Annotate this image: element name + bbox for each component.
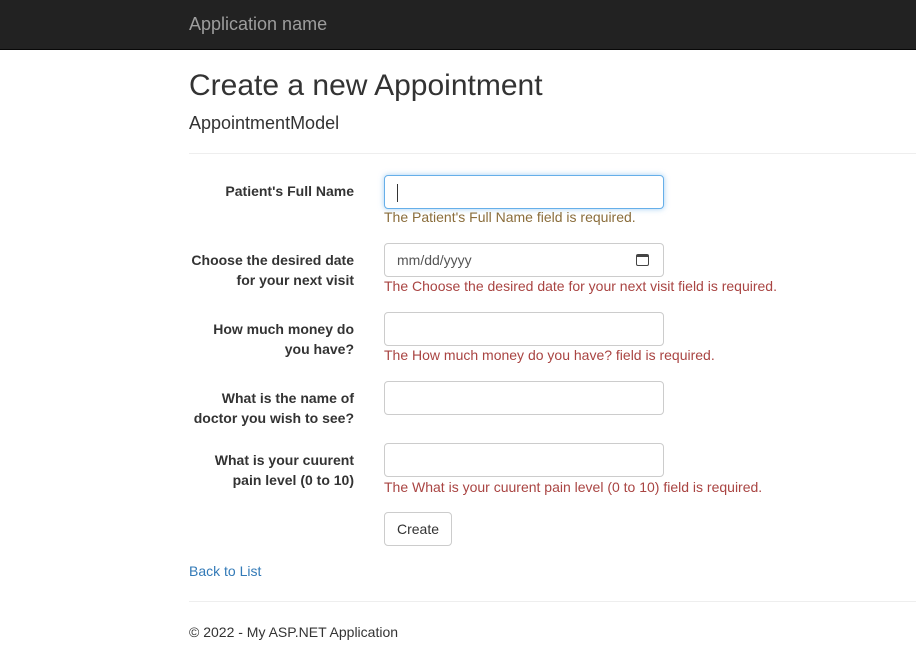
doctor-input[interactable]: [384, 381, 664, 415]
date-error: The Choose the desired date for your nex…: [384, 278, 777, 294]
money-input[interactable]: [384, 312, 664, 346]
label-money: How much money do you have?: [189, 319, 354, 359]
brand-link[interactable]: Application name: [189, 14, 327, 35]
label-pain-line2: pain level (0 to 10): [232, 472, 354, 488]
footer-text: © 2022 - My ASP.NET Application: [189, 624, 399, 640]
date-input[interactable]: mm/dd/yyyy: [384, 243, 664, 277]
label-doctor: What is the name of doctor you wish to se…: [189, 388, 354, 428]
page-title: Create a new Appointment: [189, 69, 543, 102]
label-date-line1: Choose the desired date: [191, 252, 354, 268]
page-subtitle: AppointmentModel: [189, 113, 340, 133]
full-name-input[interactable]: [384, 175, 664, 209]
calendar-icon[interactable]: [636, 254, 649, 266]
money-error: The How much money do you have? field is…: [384, 347, 715, 363]
create-button[interactable]: Create: [384, 512, 452, 546]
back-to-list-link[interactable]: Back to List: [189, 563, 261, 579]
navbar: Application name: [0, 0, 916, 50]
label-pain: What is your cuurent pain level (0 to 10): [189, 450, 354, 490]
footer-divider: [189, 601, 916, 602]
text-caret: [397, 184, 398, 203]
label-date: Choose the desired date for your next vis…: [189, 250, 354, 290]
label-pain-line1: What is your cuurent: [214, 452, 354, 468]
full-name-error: The Patient's Full Name field is require…: [384, 209, 636, 225]
label-full-name: Patient's Full Name: [225, 183, 354, 199]
label-doctor-line1: What is the name of: [221, 390, 354, 406]
label-money-line1: How much money do: [213, 321, 354, 337]
label-money-line2: you have?: [284, 341, 354, 357]
label-date-line2: for your next visit: [236, 272, 354, 288]
label-doctor-line2: doctor you wish to see?: [193, 410, 354, 426]
pain-input[interactable]: [384, 443, 664, 477]
pain-error: The What is your cuurent pain level (0 t…: [384, 479, 763, 495]
divider: [189, 153, 916, 154]
date-placeholder: mm/dd/yyyy: [397, 252, 472, 268]
